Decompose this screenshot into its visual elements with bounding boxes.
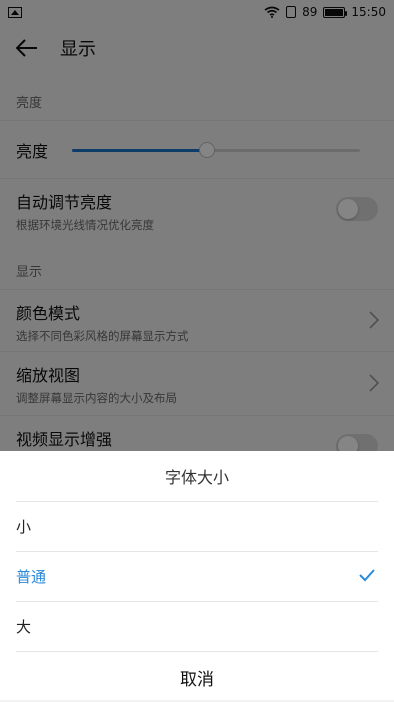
option-label: 普通 bbox=[16, 568, 47, 586]
font-size-dialog: 字体大小 小 普通 大 取消 bbox=[0, 451, 394, 700]
option-label: 大 bbox=[16, 618, 32, 636]
option-label: 小 bbox=[16, 518, 32, 536]
font-size-option-normal[interactable]: 普通 bbox=[16, 552, 378, 602]
font-size-option-small[interactable]: 小 bbox=[16, 502, 378, 552]
cancel-button[interactable]: 取消 bbox=[0, 652, 394, 702]
settings-screen: 89 15:50 显示 亮度 亮度 自动调节亮度 根据环境光线情况优化亮度 显示… bbox=[0, 0, 394, 700]
font-size-option-large[interactable]: 大 bbox=[16, 602, 378, 652]
check-icon bbox=[359, 569, 375, 582]
dialog-title: 字体大小 bbox=[16, 451, 378, 502]
